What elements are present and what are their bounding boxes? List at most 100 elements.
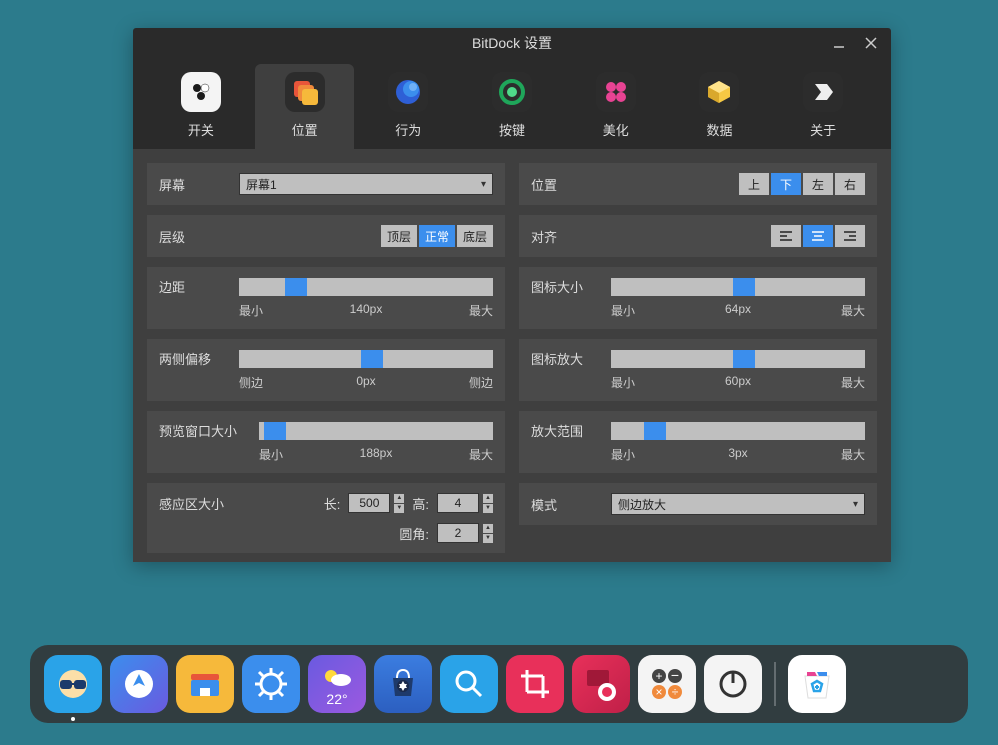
margin-label: 边距 bbox=[159, 277, 229, 296]
about-icon bbox=[803, 72, 843, 112]
tab-label: 开关 bbox=[188, 120, 214, 139]
zoom-range-slider-thumb[interactable] bbox=[644, 422, 666, 440]
dock-record-icon[interactable] bbox=[572, 655, 630, 713]
position-icon bbox=[285, 72, 325, 112]
preview-label: 预览窗口大小 bbox=[159, 421, 249, 440]
zoom-range-panel: 放大范围 最小 3px 最大 bbox=[519, 411, 877, 473]
icon-size-slider[interactable] bbox=[611, 278, 865, 296]
sense-length-spinner[interactable]: ▲▼ bbox=[348, 493, 404, 513]
screen-label: 屏幕 bbox=[159, 175, 229, 194]
preview-slider[interactable] bbox=[259, 422, 493, 440]
offset-slider[interactable] bbox=[239, 350, 493, 368]
tab-label: 美化 bbox=[603, 120, 629, 139]
dock-files-icon[interactable] bbox=[176, 655, 234, 713]
tab-theme[interactable]: 美化 bbox=[566, 64, 666, 149]
position-panel: 位置 上 下 左 右 bbox=[519, 163, 877, 205]
chevron-down-icon: ▾ bbox=[853, 499, 858, 510]
screen-panel: 屏幕 屏幕1 ▾ bbox=[147, 163, 505, 205]
right-column: 位置 上 下 左 右 对齐 bbox=[519, 163, 877, 548]
window-controls bbox=[827, 32, 883, 54]
close-button[interactable] bbox=[859, 32, 883, 54]
icon-size-slider-thumb[interactable] bbox=[733, 278, 755, 296]
layer-normal-button[interactable]: 正常 bbox=[419, 225, 455, 247]
icon-size-label: 图标大小 bbox=[531, 277, 601, 296]
position-right-button[interactable]: 右 bbox=[835, 173, 865, 195]
tab-label: 位置 bbox=[292, 120, 318, 139]
dock-search-icon[interactable] bbox=[440, 655, 498, 713]
position-left-button[interactable]: 左 bbox=[803, 173, 833, 195]
margin-panel: 边距 最小 140px 最大 bbox=[147, 267, 505, 329]
tab-behavior[interactable]: 行为 bbox=[358, 64, 458, 149]
chevron-down-icon: ▾ bbox=[481, 179, 486, 190]
theme-icon bbox=[596, 72, 636, 112]
titlebar: BitDock 设置 bbox=[133, 28, 891, 58]
icon-zoom-label: 图标放大 bbox=[531, 349, 601, 368]
layer-bottom-button[interactable]: 底层 bbox=[457, 225, 493, 247]
tab-label: 关于 bbox=[810, 120, 836, 139]
svg-text:−: − bbox=[671, 667, 679, 683]
dock-separator bbox=[774, 662, 776, 706]
position-bottom-button[interactable]: 下 bbox=[771, 173, 801, 195]
offset-panel: 两侧偏移 侧边 0px 侧边 bbox=[147, 339, 505, 401]
window-title: BitDock 设置 bbox=[472, 33, 552, 53]
settings-window: BitDock 设置 开关 位置 行为 bbox=[133, 28, 891, 562]
preview-panel: 预览窗口大小 最小 188px 最大 bbox=[147, 411, 505, 473]
dock-power-icon[interactable] bbox=[704, 655, 762, 713]
dock-recycle-icon[interactable] bbox=[788, 655, 846, 713]
content-area: 屏幕 屏幕1 ▾ 层级 顶层 正常 底层 bbox=[133, 149, 891, 562]
tab-label: 行为 bbox=[395, 120, 421, 139]
tab-position[interactable]: 位置 bbox=[255, 64, 355, 149]
margin-slider[interactable] bbox=[239, 278, 493, 296]
layer-buttons: 顶层 正常 底层 bbox=[381, 225, 493, 247]
margin-slider-thumb[interactable] bbox=[285, 278, 307, 296]
icon-zoom-slider-thumb[interactable] bbox=[733, 350, 755, 368]
sense-label: 感应区大小 bbox=[159, 494, 239, 513]
keys-icon bbox=[492, 72, 532, 112]
svg-text:÷: ÷ bbox=[672, 685, 679, 699]
tab-bar: 开关 位置 行为 按键 美化 bbox=[133, 58, 891, 149]
position-label: 位置 bbox=[531, 175, 601, 194]
screen-select[interactable]: 屏幕1 ▾ bbox=[239, 173, 493, 195]
layer-label: 层级 bbox=[159, 227, 229, 246]
offset-slider-thumb[interactable] bbox=[361, 350, 383, 368]
minimize-button[interactable] bbox=[827, 32, 851, 54]
tab-about[interactable]: 关于 bbox=[773, 64, 873, 149]
align-left-button[interactable] bbox=[771, 225, 801, 247]
tab-keys[interactable]: 按键 bbox=[462, 64, 562, 149]
behavior-icon bbox=[388, 72, 428, 112]
data-icon bbox=[699, 72, 739, 112]
position-buttons: 上 下 左 右 bbox=[739, 173, 865, 195]
dock-rocket-icon[interactable] bbox=[110, 655, 168, 713]
dock-store-icon[interactable] bbox=[374, 655, 432, 713]
tab-data[interactable]: 数据 bbox=[670, 64, 770, 149]
dock-calculator-icon[interactable]: +−× ÷ bbox=[638, 655, 696, 713]
align-label: 对齐 bbox=[531, 227, 601, 246]
dock-settings-icon[interactable] bbox=[242, 655, 300, 713]
position-top-button[interactable]: 上 bbox=[739, 173, 769, 195]
tab-switch[interactable]: 开关 bbox=[151, 64, 251, 149]
dock-crop-icon[interactable] bbox=[506, 655, 564, 713]
mode-select[interactable]: 侧边放大 ▾ bbox=[611, 493, 865, 515]
dock-geek-icon[interactable] bbox=[44, 655, 102, 713]
offset-label: 两侧偏移 bbox=[159, 349, 229, 368]
tab-label: 数据 bbox=[706, 120, 732, 139]
svg-text:×: × bbox=[655, 685, 662, 699]
left-column: 屏幕 屏幕1 ▾ 层级 顶层 正常 底层 bbox=[147, 163, 505, 548]
sense-height-spinner[interactable]: ▲▼ bbox=[437, 493, 493, 513]
icon-zoom-slider[interactable] bbox=[611, 350, 865, 368]
align-right-button[interactable] bbox=[835, 225, 865, 247]
svg-text:+: + bbox=[655, 669, 662, 683]
layer-top-button[interactable]: 顶层 bbox=[381, 225, 417, 247]
align-center-button[interactable] bbox=[803, 225, 833, 247]
zoom-range-slider[interactable] bbox=[611, 422, 865, 440]
mode-panel: 模式 侧边放大 ▾ bbox=[519, 483, 877, 525]
align-buttons bbox=[771, 225, 865, 247]
dock-weather-icon[interactable]: 22° bbox=[308, 655, 366, 713]
switch-icon bbox=[181, 72, 221, 112]
sense-radius-spinner[interactable]: ▲▼ bbox=[437, 523, 493, 543]
running-indicator-icon bbox=[71, 717, 75, 721]
preview-slider-thumb[interactable] bbox=[264, 422, 286, 440]
sense-panel: 感应区大小 长: ▲▼ 高: ▲▼ bbox=[147, 483, 505, 553]
tab-label: 按键 bbox=[499, 120, 525, 139]
align-panel: 对齐 bbox=[519, 215, 877, 257]
